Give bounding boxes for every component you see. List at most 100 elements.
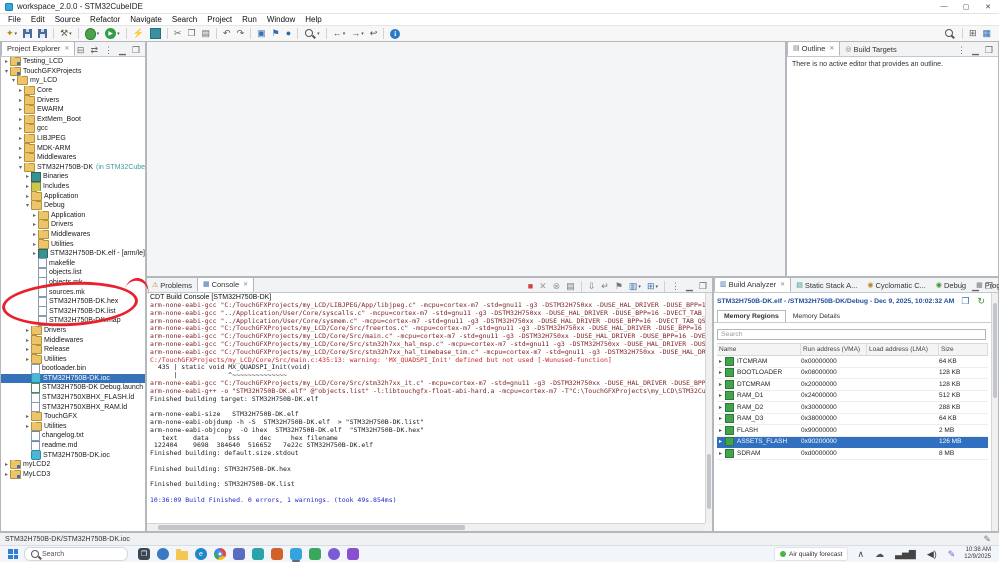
tree-expander-icon[interactable]: ▸ [3,58,10,65]
tree-item-stm32h750xbhx-flash-ld[interactable]: STM32H750XBHX_FLASH.ld [1,392,145,403]
clear-console-icon[interactable]: ▤ [564,280,577,293]
taskbar-clock[interactable]: 10:38 AM 12/9/2025 [964,547,991,561]
console-vertical-scrollbar[interactable] [705,293,712,523]
console-horizontal-scrollbar[interactable] [147,523,705,531]
volume-icon[interactable]: ◀) [925,548,939,561]
tree-expander-icon[interactable]: ▸ [17,97,24,104]
flash-programmer-icon[interactable]: ⚡ [131,27,146,40]
tree-item-gcc[interactable]: ▸ gcc [1,124,145,134]
tree-item-stm32h750b-dk-debug-launch[interactable]: STM32H750B-DK Debug.launch [1,383,145,393]
column-header-name[interactable]: Name [717,344,801,355]
back-icon[interactable]: ← ▾ [331,27,348,40]
tree-item-stm32h750b-dk-ioc[interactable]: STM32H750B-DK.ioc [1,373,145,384]
maximize-icon[interactable]: ❐ [697,280,709,293]
view-menu-icon[interactable]: ⋮ [955,44,968,57]
close-icon[interactable]: ✕ [780,281,785,288]
save-icon[interactable] [21,27,34,40]
tree-item-readme-md[interactable]: readme.md [1,440,145,451]
tree-item-stm32h750b-dk-map[interactable]: STM32H750B-DK.map [1,316,145,326]
edge-icon[interactable]: e [195,548,207,560]
analyzer-vertical-scrollbar[interactable] [991,293,998,531]
chrome-icon[interactable] [214,548,226,560]
app-icon[interactable] [271,548,283,560]
tree-item-utilities[interactable]: ▸ Utilities [1,354,145,364]
debug-icon[interactable]: ▾ [83,27,102,40]
weather-widget[interactable]: Air quality forecast [774,547,849,561]
stm32cubeide-icon[interactable] [290,548,302,562]
tree-item-touchgfx[interactable]: ▸ TouchGFX [1,411,145,422]
tree-item-application[interactable]: ▸ Application [1,191,145,201]
maximize-window-button[interactable]: ▢ [955,0,977,13]
menu-search[interactable]: Search [167,15,202,24]
bookmark-icon[interactable]: ⚑ [270,27,282,40]
start-button[interactable] [8,549,18,559]
info-icon[interactable]: i [388,27,402,40]
tree-expander-icon[interactable]: ▸ [24,413,31,420]
tree-expander-icon[interactable]: ▸ [17,106,24,113]
tree-item-bootloader-bin[interactable]: bootloader.bin [1,364,145,374]
save-all-icon[interactable] [36,27,49,40]
tree-expander-icon[interactable]: ▸ [24,193,31,200]
link-with-editor-icon[interactable]: ⇄ [88,44,100,57]
tree-item-stm32h750b-dk-hex[interactable]: STM32H750B-DK.hex [1,296,145,307]
tree-item-my-lcd[interactable]: ▾ my_LCD [1,76,145,86]
app-icon[interactable] [309,548,321,560]
open-console-icon[interactable]: ⊞ ▾ [645,280,660,293]
paste-icon[interactable]: ▤ [200,27,213,40]
menu-run[interactable]: Run [237,15,262,24]
tree-item-utilities[interactable]: ▸ Utilities [1,421,145,432]
memory-region-row-ram-d1[interactable]: ▸ RAM_D1 0x24000000 512 KB [717,390,988,402]
tree-expander-icon[interactable]: ▸ [24,183,31,190]
tree-expander-icon[interactable]: ▸ [17,135,24,142]
maximize-icon[interactable]: ❐ [130,44,142,57]
tree-item-binaries[interactable]: ▸ Binaries [1,172,145,182]
tree-expander-icon[interactable]: ▸ [17,125,24,132]
tree-item-touchgfxprojects[interactable]: ▾ TouchGFXProjects [1,66,145,77]
remove-all-launches-icon[interactable]: ⊗ [551,280,563,293]
tree-expander-icon[interactable]: ▸ [24,337,31,344]
terminate-icon[interactable]: ■ [526,280,535,293]
memory-region-row-dtcmram[interactable]: ▸ DTCMRAM 0x20000000 128 KB [717,379,988,391]
tree-item-release[interactable]: ▸ Release [1,344,145,355]
tree-expander-icon[interactable]: ▾ [24,202,31,209]
app-icon[interactable] [328,548,340,560]
view-menu-icon[interactable]: ⋮ [669,280,682,293]
widgets-icon[interactable] [157,548,169,560]
tab-console[interactable]: ▦ Console ✕ [196,277,255,292]
tree-item-objects-list[interactable]: objects.list [1,268,145,278]
memory-region-row-sdram[interactable]: ▸ SDRAM 0xd0000000 8 MB [717,448,988,460]
tab-outline[interactable]: ▤ Outline ✕ [787,41,841,56]
menu-window[interactable]: Window [262,15,300,24]
tree-expander-icon[interactable]: ▾ [3,68,10,75]
tree-expander-icon[interactable]: ▸ [31,212,38,219]
tree-item-includes[interactable]: ▸ Includes [1,181,145,192]
tree-expander-icon[interactable]: ▾ [17,164,24,171]
menu-file[interactable]: File [3,15,26,24]
column-header-load-address-lma[interactable]: Load address (LMA) [867,344,939,355]
tree-expander-icon[interactable]: ▸ [17,116,24,123]
tree-item-ewarm[interactable]: ▸ EWARM [1,104,145,115]
cut-icon[interactable]: ✂ [172,27,184,40]
menu-edit[interactable]: Edit [26,15,50,24]
app-icon[interactable] [233,548,245,560]
new-cpp-file-icon[interactable]: ▣ [255,27,268,40]
tree-expander-icon[interactable]: ▸ [31,250,38,257]
console-output[interactable]: CDT Build Console [STM32H750B-DK] arm-no… [147,293,705,523]
memory-region-row-bootloader[interactable]: ▸ BOOTLOADER 0x08000000 128 KB [717,367,988,379]
close-icon[interactable]: ✕ [64,45,69,52]
tab-cyclomatic-c[interactable]: ◉ Cyclomatic C... [862,279,931,292]
minimize-icon[interactable]: ▁ [970,44,981,57]
close-window-button[interactable]: ✕ [977,0,999,13]
subtab-memory-regions[interactable]: Memory Regions [717,310,786,322]
minimize-icon[interactable]: ▁ [970,280,981,293]
tree-item-makefile[interactable]: makefile [1,258,145,269]
memory-region-row-ram-d3[interactable]: ▸ RAM_D3 0x38000000 64 KB [717,413,988,425]
maximize-icon[interactable]: ❐ [983,44,995,57]
tree-item-application[interactable]: ▸ Application [1,210,145,221]
remove-launch-icon[interactable]: ✕ [537,280,549,293]
tree-item-middlewares[interactable]: ▸ Middlewares [1,152,145,163]
tree-expander-icon[interactable]: ▸ [24,423,31,430]
collapse-all-icon[interactable]: ⊟ [75,44,87,57]
tree-expander-icon[interactable]: ▸ [3,471,10,478]
tree-item-stm32h750b-dk-list[interactable]: STM32H750B-DK.list [1,306,145,317]
